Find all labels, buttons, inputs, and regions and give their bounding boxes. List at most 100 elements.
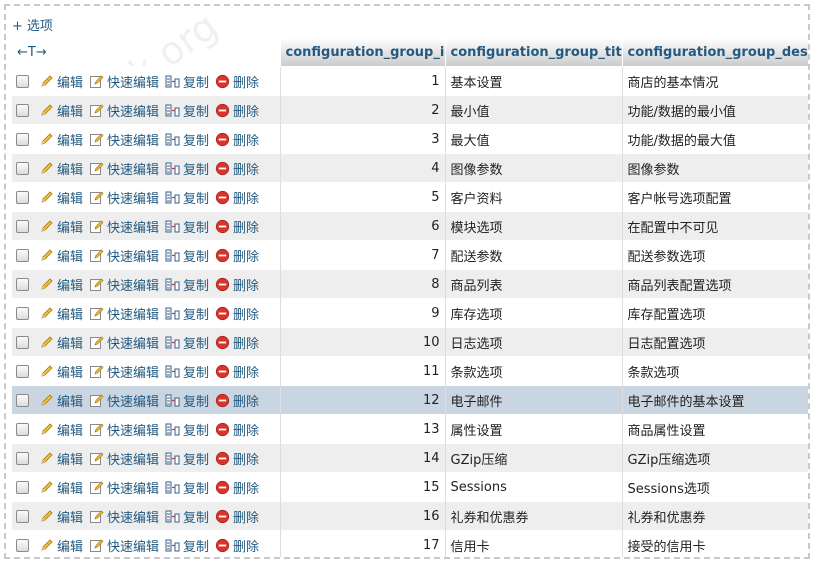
edit-link[interactable]: 编辑 <box>39 509 83 526</box>
cell-title[interactable]: 条款选项 <box>445 356 623 386</box>
row-checkbox[interactable] <box>16 306 29 320</box>
delete-link[interactable]: 删除 <box>215 451 259 468</box>
delete-link[interactable]: 删除 <box>215 190 259 207</box>
quick-edit-link[interactable]: 快速编辑 <box>89 277 159 294</box>
column-header-title[interactable]: configuration_group_title <box>445 38 623 67</box>
delete-link[interactable]: 删除 <box>215 277 259 294</box>
cell-title[interactable]: 最大值 <box>445 124 623 154</box>
cell-title[interactable]: 礼券和优惠券 <box>445 501 623 531</box>
cell-desc[interactable]: 配送参数选项 <box>622 240 808 270</box>
cell-title[interactable]: 模块选项 <box>445 211 623 241</box>
cell-id[interactable]: 16 <box>280 501 446 531</box>
table-row[interactable]: 编辑 快速编辑 复制 删除 2 最小值 功能/数据的最小值 <box>12 95 808 125</box>
cell-desc[interactable]: 功能/数据的最大值 <box>622 124 808 154</box>
row-checkbox[interactable] <box>16 538 29 552</box>
delete-link[interactable]: 删除 <box>215 103 259 120</box>
column-arrows[interactable]: ←T→ <box>17 45 47 60</box>
delete-link[interactable]: 删除 <box>215 509 259 526</box>
copy-link[interactable]: 复制 <box>165 538 209 555</box>
cell-id[interactable]: 17 <box>280 530 446 557</box>
table-row[interactable]: 编辑 快速编辑 复制 删除 17 信用卡 接受的信用卡 <box>12 530 808 557</box>
table-row[interactable]: 编辑 快速编辑 复制 删除 3 最大值 功能/数据的最大值 <box>12 124 808 154</box>
cell-id[interactable]: 1 <box>280 66 446 96</box>
quick-edit-link[interactable]: 快速编辑 <box>89 219 159 236</box>
cell-desc[interactable]: 日志配置选项 <box>622 327 808 357</box>
table-row[interactable]: 编辑 快速编辑 复制 删除 6 模块选项 在配置中不可见 <box>12 211 808 241</box>
column-arrows-header[interactable]: ←T→ <box>12 38 281 67</box>
cell-title[interactable]: 库存选项 <box>445 298 623 328</box>
cell-id[interactable]: 10 <box>280 327 446 357</box>
quick-edit-link[interactable]: 快速编辑 <box>89 161 159 178</box>
quick-edit-link[interactable]: 快速编辑 <box>89 248 159 265</box>
table-row[interactable]: 编辑 快速编辑 复制 删除 12 电子邮件 电子邮件的基本设置 <box>12 385 808 415</box>
copy-link[interactable]: 复制 <box>165 132 209 149</box>
row-checkbox[interactable] <box>16 103 29 117</box>
table-row[interactable]: 编辑 快速编辑 复制 删除 15 Sessions Sessions选项 <box>12 472 808 502</box>
cell-id[interactable]: 14 <box>280 443 446 473</box>
cell-desc[interactable]: 商品属性设置 <box>622 414 808 444</box>
edit-link[interactable]: 编辑 <box>39 132 83 149</box>
cell-title[interactable]: 商品列表 <box>445 269 623 299</box>
delete-link[interactable]: 删除 <box>215 364 259 381</box>
table-row[interactable]: 编辑 快速编辑 复制 删除 5 客户资料 客户帐号选项配置 <box>12 182 808 212</box>
cell-desc[interactable]: 接受的信用卡 <box>622 530 808 557</box>
copy-link[interactable]: 复制 <box>165 248 209 265</box>
quick-edit-link[interactable]: 快速编辑 <box>89 480 159 497</box>
cell-desc[interactable]: 商店的基本情况 <box>622 66 808 96</box>
delete-link[interactable]: 删除 <box>215 161 259 178</box>
row-checkbox[interactable] <box>16 132 29 146</box>
copy-link[interactable]: 复制 <box>165 422 209 439</box>
copy-link[interactable]: 复制 <box>165 219 209 236</box>
quick-edit-link[interactable]: 快速编辑 <box>89 335 159 352</box>
cell-desc[interactable]: 电子邮件的基本设置 <box>622 385 808 415</box>
edit-link[interactable]: 编辑 <box>39 364 83 381</box>
edit-link[interactable]: 编辑 <box>39 393 83 410</box>
quick-edit-link[interactable]: 快速编辑 <box>89 393 159 410</box>
table-row[interactable]: 编辑 快速编辑 复制 删除 11 条款选项 条款选项 <box>12 356 808 386</box>
table-row[interactable]: 编辑 快速编辑 复制 删除 1 基本设置 商店的基本情况 <box>12 66 808 96</box>
edit-link[interactable]: 编辑 <box>39 335 83 352</box>
delete-link[interactable]: 删除 <box>215 248 259 265</box>
row-checkbox[interactable] <box>16 364 29 378</box>
row-checkbox[interactable] <box>16 248 29 262</box>
edit-link[interactable]: 编辑 <box>39 219 83 236</box>
delete-link[interactable]: 删除 <box>215 538 259 555</box>
quick-edit-link[interactable]: 快速编辑 <box>89 103 159 120</box>
cell-desc[interactable]: GZip压缩选项 <box>622 443 808 473</box>
row-checkbox[interactable] <box>16 393 29 407</box>
edit-link[interactable]: 编辑 <box>39 74 83 91</box>
copy-link[interactable]: 复制 <box>165 393 209 410</box>
quick-edit-link[interactable]: 快速编辑 <box>89 190 159 207</box>
row-checkbox[interactable] <box>16 422 29 436</box>
edit-link[interactable]: 编辑 <box>39 190 83 207</box>
row-checkbox[interactable] <box>16 480 29 494</box>
cell-desc[interactable]: Sessions选项 <box>622 472 808 502</box>
table-row[interactable]: 编辑 快速编辑 复制 删除 14 GZip压缩 GZip压缩选项 <box>12 443 808 473</box>
quick-edit-link[interactable]: 快速编辑 <box>89 422 159 439</box>
quick-edit-link[interactable]: 快速编辑 <box>89 538 159 555</box>
cell-id[interactable]: 6 <box>280 211 446 241</box>
cell-id[interactable]: 11 <box>280 356 446 386</box>
edit-link[interactable]: 编辑 <box>39 538 83 555</box>
copy-link[interactable]: 复制 <box>165 161 209 178</box>
table-row[interactable]: 编辑 快速编辑 复制 删除 13 属性设置 商品属性设置 <box>12 414 808 444</box>
copy-link[interactable]: 复制 <box>165 74 209 91</box>
cell-id[interactable]: 2 <box>280 95 446 125</box>
cell-id[interactable]: 13 <box>280 414 446 444</box>
cell-title[interactable]: 电子邮件 <box>445 385 623 415</box>
cell-id[interactable]: 9 <box>280 298 446 328</box>
cell-id[interactable]: 12 <box>280 385 446 415</box>
row-checkbox[interactable] <box>16 190 29 204</box>
edit-link[interactable]: 编辑 <box>39 480 83 497</box>
cell-title[interactable]: 图像参数 <box>445 153 623 183</box>
options-toggle[interactable]: + 选项 <box>12 15 53 34</box>
copy-link[interactable]: 复制 <box>165 335 209 352</box>
quick-edit-link[interactable]: 快速编辑 <box>89 451 159 468</box>
row-checkbox[interactable] <box>16 161 29 175</box>
quick-edit-link[interactable]: 快速编辑 <box>89 132 159 149</box>
cell-desc[interactable]: 功能/数据的最小值 <box>622 95 808 125</box>
cell-title[interactable]: 基本设置 <box>445 66 623 96</box>
cell-title[interactable]: 配送参数 <box>445 240 623 270</box>
cell-title[interactable]: 日志选项 <box>445 327 623 357</box>
copy-link[interactable]: 复制 <box>165 277 209 294</box>
